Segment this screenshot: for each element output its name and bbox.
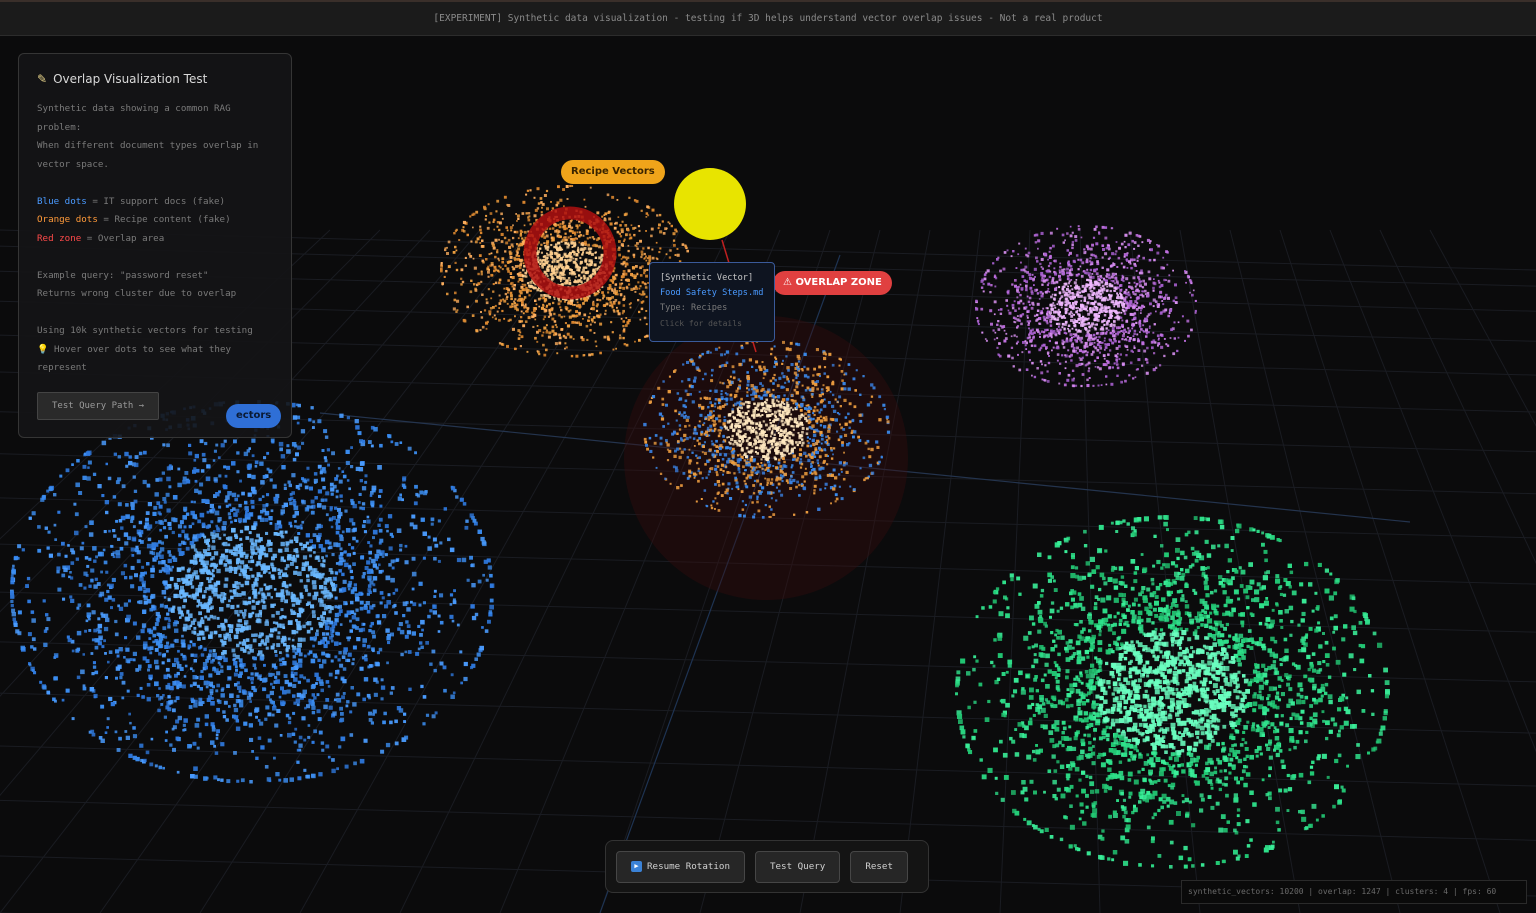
intro-line: vector space. bbox=[37, 158, 109, 170]
vector-count-note: Using 10k synthetic vectors for testing bbox=[37, 325, 253, 336]
example-query: Example query: "password reset" bbox=[37, 269, 209, 281]
panel-title: ✎ Overlap Visualization Test bbox=[37, 72, 273, 86]
tooltip-type: Type: Recipes bbox=[660, 303, 728, 313]
test-query-button[interactable]: Test Query bbox=[754, 850, 841, 883]
vector-tooltip: [Synthetic Vector] Food Safety Steps.md … bbox=[649, 262, 775, 342]
hover-hint: 💡 Hover over dots to see what they bbox=[37, 343, 232, 355]
lightbulb-icon: 💡 bbox=[37, 343, 49, 355]
tooltip-heading: [Synthetic Vector] bbox=[660, 273, 754, 283]
legend-blue: Blue dots = IT support docs (fake) bbox=[37, 195, 226, 207]
status-bar: synthetic_vectors: 10200 | overlap: 1247… bbox=[1181, 880, 1527, 904]
banner-text: [EXPERIMENT] Synthetic data visualizatio… bbox=[433, 13, 1103, 24]
tooltip-hint: Click for details bbox=[660, 319, 742, 328]
tooltip-filename[interactable]: Food Safety Steps.md bbox=[660, 286, 764, 301]
legend-red: Red zone = Overlap area bbox=[37, 232, 165, 244]
reset-button[interactable]: Reset bbox=[850, 850, 908, 883]
panel-title-text: Overlap Visualization Test bbox=[53, 72, 208, 86]
example-result: Returns wrong cluster due to overlap bbox=[37, 288, 237, 299]
resume-rotation-label: Resume Rotation bbox=[647, 860, 730, 872]
test-query-path-button[interactable]: Test Query Path → bbox=[37, 391, 160, 420]
pencil-icon: ✎ bbox=[37, 72, 48, 86]
it-support-cluster bbox=[10, 400, 495, 784]
query-node[interactable] bbox=[674, 168, 746, 240]
it-vectors-label: ectors bbox=[226, 404, 282, 428]
green-cluster bbox=[955, 515, 1390, 869]
play-icon: ▶ bbox=[631, 861, 642, 872]
experiment-banner: [EXPERIMENT] Synthetic data visualizatio… bbox=[0, 0, 1536, 36]
control-bar: ▶ Resume Rotation Test Query Reset bbox=[605, 840, 929, 893]
intro-line: When different document types overlap in bbox=[37, 140, 259, 151]
resume-rotation-button[interactable]: ▶ Resume Rotation bbox=[616, 850, 745, 883]
overlap-zone-label: ⚠ OVERLAP ZONE bbox=[773, 271, 892, 295]
intro-line: problem: bbox=[37, 121, 82, 133]
intro-line: Synthetic data showing a common RAG bbox=[37, 103, 231, 114]
info-panel: ✎ Overlap Visualization Test Synthetic d… bbox=[18, 53, 292, 438]
recipe-vectors-label: Recipe Vectors bbox=[561, 160, 665, 184]
hover-hint-cont: represent bbox=[37, 362, 87, 373]
legend-orange: Orange dots = Recipe content (fake) bbox=[37, 214, 231, 225]
